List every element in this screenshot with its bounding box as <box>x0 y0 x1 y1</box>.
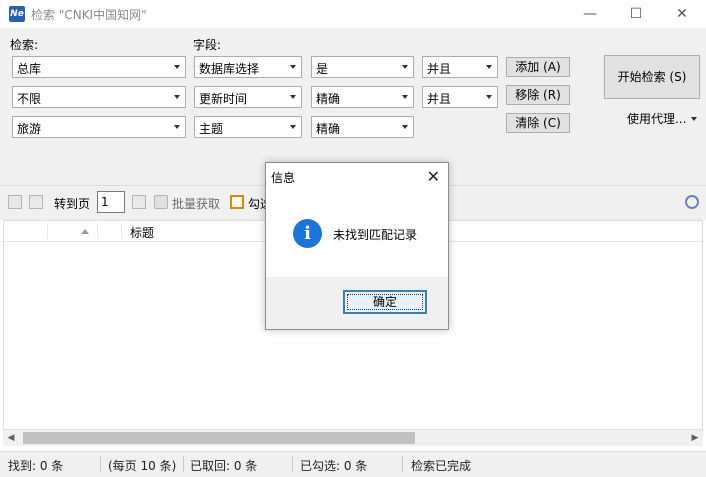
match-select-3[interactable]: 精确 <box>311 116 414 138</box>
scroll-right-icon[interactable]: ▶ <box>687 430 703 446</box>
chevron-down-icon <box>290 125 296 129</box>
status-bar: 找到: 0 条 (每页 10 条) 已取回: 0 条 已勾选: 0 条 检索已完… <box>0 451 706 477</box>
window-title: 检索 "CNKI中国知网" <box>31 8 147 22</box>
maximize-button[interactable]: ☐ <box>613 0 659 28</box>
info-icon: i <box>293 219 322 248</box>
status-found: 找到: 0 条 <box>8 459 64 473</box>
start-search-button[interactable]: 开始检索 (S) <box>604 55 700 99</box>
match-select-2[interactable]: 精确 <box>311 86 414 108</box>
field-select-1[interactable]: 数据库选择 <box>194 56 302 78</box>
clear-button[interactable]: 清除 (C) <box>506 113 570 133</box>
dialog-footer: 确定 <box>266 277 448 329</box>
remove-button[interactable]: 移除 (R) <box>506 85 570 105</box>
column-separator <box>121 223 122 239</box>
field-select-1-value: 数据库选择 <box>199 62 260 76</box>
chevron-down-icon <box>486 65 492 69</box>
add-button[interactable]: 添加 (A) <box>506 57 570 77</box>
status-separator <box>292 456 293 472</box>
prev-page-icon[interactable] <box>8 195 22 209</box>
dialog-close-icon[interactable]: ✕ <box>427 167 440 186</box>
batch-fetch-button[interactable]: 批量获取 <box>172 195 220 212</box>
checkbox-icon[interactable] <box>230 195 244 209</box>
search-label: 检索: <box>10 38 39 52</box>
ok-button[interactable]: 确定 <box>343 290 427 314</box>
scroll-left-icon[interactable]: ◀ <box>3 430 19 446</box>
field-label: 字段: <box>193 38 222 52</box>
field-select-3[interactable]: 主题 <box>194 116 302 138</box>
status-fetched: 已取回: 0 条 <box>190 459 258 473</box>
user-search-icon[interactable] <box>685 195 699 209</box>
match-select-1[interactable]: 是 <box>311 56 414 78</box>
scope-select-1[interactable]: 总库 <box>12 56 186 78</box>
chevron-down-icon <box>486 95 492 99</box>
status-separator <box>183 456 184 472</box>
logic-select-2[interactable]: 并且 <box>422 86 498 108</box>
focus-rect <box>347 294 423 310</box>
go-page-icon[interactable] <box>132 195 146 209</box>
app-icon: Ne <box>9 6 25 22</box>
title-column-header[interactable]: 标题 <box>130 224 154 241</box>
scope-select-2-value: 不限 <box>17 92 42 106</box>
field-select-3-value: 主题 <box>199 122 224 136</box>
next-page-icon[interactable] <box>29 195 43 209</box>
horizontal-scrollbar[interactable]: ◀ ▶ <box>3 430 703 446</box>
search-window: Ne 检索 "CNKI中国知网" — ☐ ✕ 检索: 字段: 总库 数据库选择 … <box>0 0 706 477</box>
scrollbar-thumb[interactable] <box>23 432 415 444</box>
use-proxy-menu[interactable]: 使用代理... <box>627 110 686 127</box>
scope-select-3-value: 旅游 <box>17 122 42 136</box>
scope-select-3[interactable]: 旅游 <box>12 116 186 138</box>
chevron-down-icon <box>402 95 408 99</box>
chevron-down-icon <box>402 125 408 129</box>
chevron-down-icon <box>174 95 180 99</box>
match-select-1-value: 是 <box>316 62 329 76</box>
chevron-down-icon <box>402 65 408 69</box>
chevron-down-icon <box>290 65 296 69</box>
field-select-2[interactable]: 更新时间 <box>194 86 302 108</box>
status-separator <box>100 456 101 472</box>
status-state: 检索已完成 <box>411 459 472 473</box>
chevron-down-icon <box>174 65 180 69</box>
dialog-title: 信息 <box>271 171 296 185</box>
title-bar: Ne 检索 "CNKI中国知网" — ☐ ✕ <box>0 0 706 28</box>
logic-select-2-value: 并且 <box>427 92 452 106</box>
chevron-down-icon <box>691 117 697 121</box>
goto-page-label: 转到页 <box>54 197 91 211</box>
column-separator <box>47 223 48 239</box>
minimize-button[interactable]: — <box>567 0 613 28</box>
scope-select-1-value: 总库 <box>17 62 42 76</box>
field-select-2-value: 更新时间 <box>199 92 248 106</box>
match-select-2-value: 精确 <box>316 92 341 106</box>
status-separator <box>402 456 403 472</box>
column-separator <box>97 223 98 239</box>
logic-select-1-value: 并且 <box>427 62 452 76</box>
sort-ascending-icon[interactable] <box>81 229 89 234</box>
chevron-down-icon <box>174 125 180 129</box>
chevron-down-icon <box>290 95 296 99</box>
status-per-page: (每页 10 条) <box>108 459 177 473</box>
batch-fetch-icon[interactable] <box>154 195 168 209</box>
close-button[interactable]: ✕ <box>659 0 705 28</box>
logic-select-1[interactable]: 并且 <box>422 56 498 78</box>
match-select-3-value: 精确 <box>316 122 341 136</box>
status-checked: 已勾选: 0 条 <box>300 459 368 473</box>
scope-select-2[interactable]: 不限 <box>12 86 186 108</box>
info-dialog: 信息 ✕ i 未找到匹配记录 确定 <box>265 162 449 330</box>
page-number-input[interactable]: 1 <box>97 191 125 213</box>
dialog-message: 未找到匹配记录 <box>333 228 418 242</box>
